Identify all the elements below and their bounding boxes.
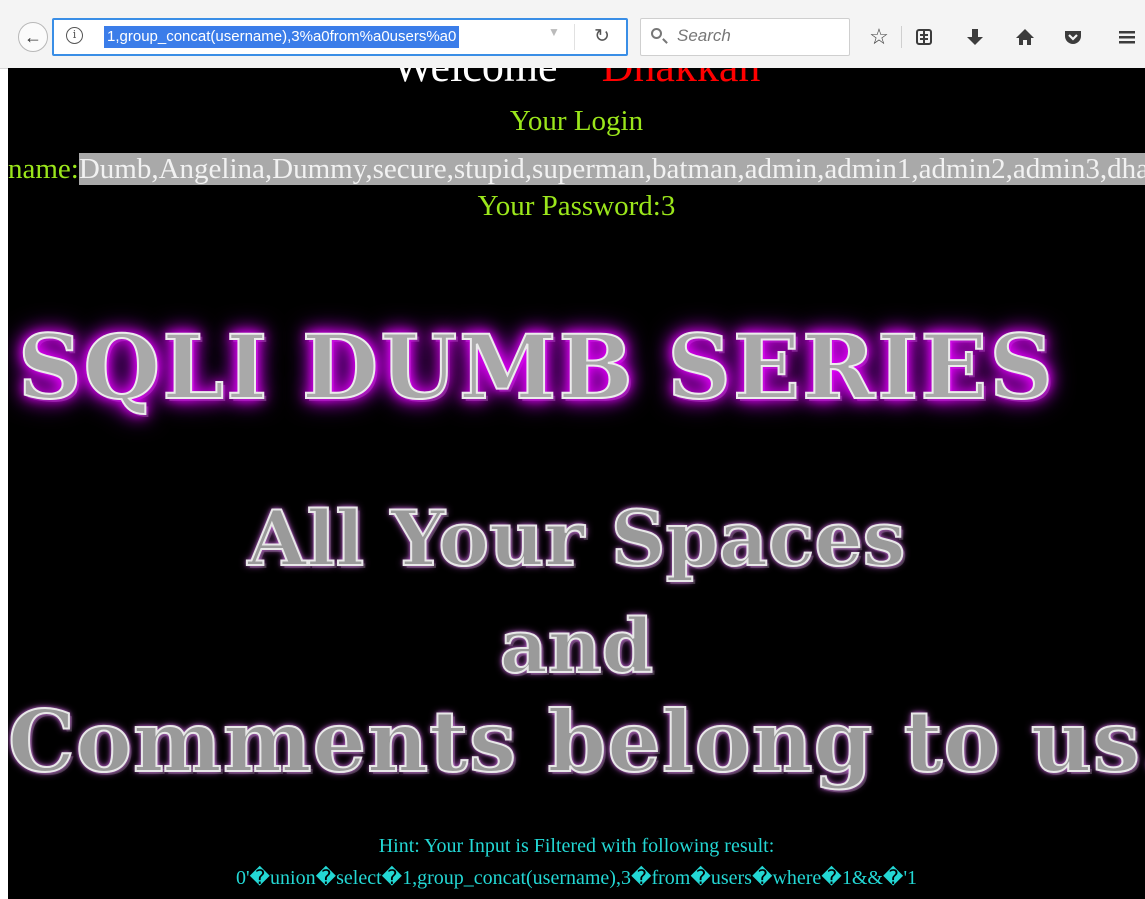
filtered-result: 0'�union�select�1,group_concat(username)…: [235, 867, 918, 889]
bookmark-star-icon[interactable]: ☆: [862, 20, 896, 54]
url-bar[interactable]: i 1,group_concat(username),3%a0from%a0us…: [52, 18, 628, 56]
slogan-line-3: Comments belong to us.: [8, 691, 1145, 792]
reading-list-icon[interactable]: [907, 20, 941, 54]
url-text[interactable]: 1,group_concat(username),3%a0from%a0user…: [104, 26, 460, 48]
menu-icon[interactable]: [1110, 20, 1144, 54]
login-title: Your Login: [509, 105, 644, 137]
dropdown-icon[interactable]: ▼: [548, 25, 560, 39]
browser-toolbar: ← i 1,group_concat(username),3%a0from%a0…: [0, 0, 1145, 69]
username-label: name:: [8, 153, 79, 185]
hint-text: Hint: Your Input is Filtered with follow…: [378, 835, 775, 857]
username-value: Dumb,Angelina,Dummy,secure,stupid,superm…: [78, 153, 1145, 185]
info-icon[interactable]: i: [66, 27, 83, 44]
password-line: Your Password:3: [477, 190, 676, 222]
back-icon[interactable]: ←: [18, 22, 48, 52]
search-icon: [651, 28, 662, 39]
toolbar-divider: [901, 26, 902, 48]
search-bar[interactable]: Search: [640, 18, 850, 56]
page-content: Welcome Dhakkan Your Login name:Dumb,Ange…: [8, 68, 1145, 899]
url-divider: [574, 24, 575, 50]
banner-title: SQLI DUMB SERIES: [17, 314, 1055, 420]
search-placeholder: Search: [677, 26, 731, 45]
welcome-text: Welcome: [393, 68, 558, 91]
download-icon[interactable]: [958, 20, 992, 54]
username-line: name:Dumb,Angelina,Dummy,secure,stupid,s…: [8, 150, 1145, 188]
pocket-icon[interactable]: [1056, 20, 1090, 54]
welcome-user: Dhakkan: [602, 68, 761, 91]
home-icon[interactable]: [1008, 20, 1042, 54]
slogan-line-2: and: [499, 603, 655, 691]
welcome-heading: Welcome Dhakkan: [8, 68, 1145, 92]
reload-icon[interactable]: ↻: [594, 25, 610, 48]
slogan-line-1: All Your Spaces: [247, 493, 907, 584]
